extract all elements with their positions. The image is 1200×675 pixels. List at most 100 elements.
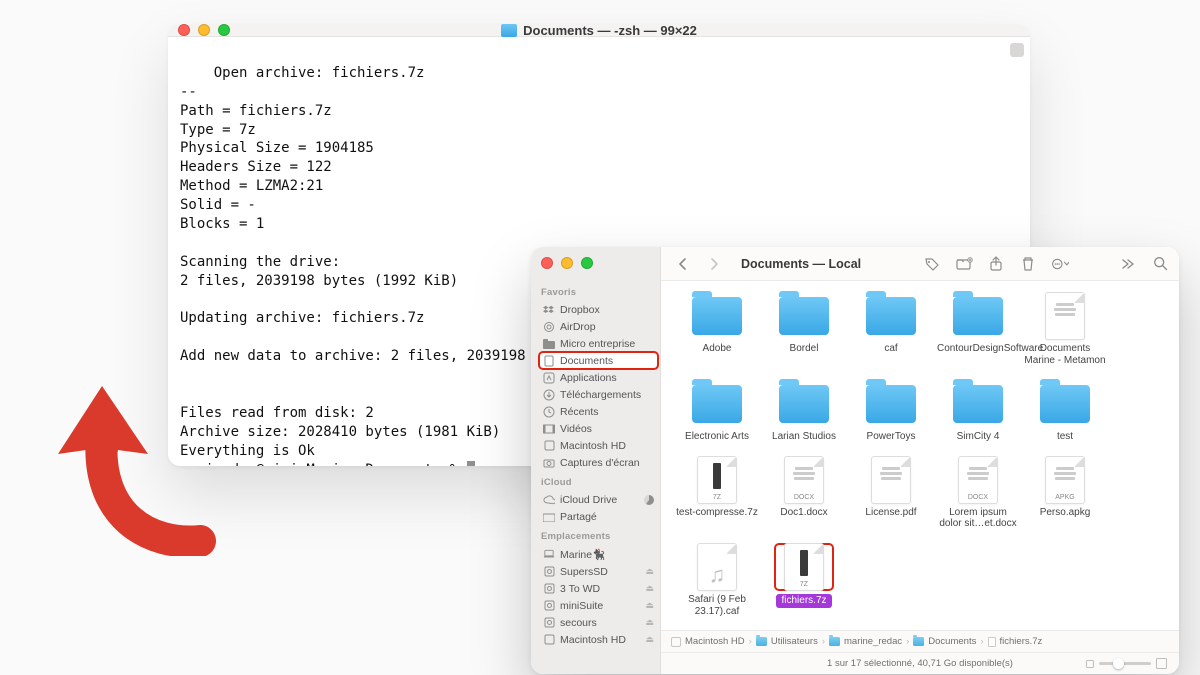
eject-icon[interactable]: ⏏︎ (645, 583, 654, 594)
file-item[interactable]: test (1023, 381, 1107, 447)
path-segment[interactable]: Documents (928, 636, 976, 647)
file-item[interactable]: ♫ Safari (9 Feb 23.17).caf (675, 544, 759, 622)
file-item[interactable]: 7Z fichiers.7z (762, 544, 846, 622)
zoom-button[interactable] (581, 257, 593, 269)
sidebar-item[interactable]: SupersSD ⏏︎ (539, 563, 658, 580)
sidebar-item[interactable]: secours ⏏︎ (539, 614, 658, 631)
file-item[interactable]: DOCX Doc1.docx (762, 457, 846, 535)
sidebar-item[interactable]: Vidéos (539, 420, 658, 437)
sidebar-item[interactable]: Macintosh HD (539, 437, 658, 454)
file-item[interactable]: Bordel (762, 293, 846, 371)
document-icon: DOCX (958, 456, 998, 504)
folder-icon (1040, 385, 1090, 423)
share-icon[interactable] (987, 255, 1005, 273)
file-item[interactable]: caf (849, 293, 933, 371)
ext-icon (543, 600, 555, 612)
sidebar-item-label: SupersSD (560, 566, 608, 578)
sidebar-item[interactable]: Dropbox (539, 301, 658, 318)
minimize-button[interactable] (198, 24, 210, 36)
sidebar-item-label: Micro entreprise (560, 338, 635, 350)
close-button[interactable] (541, 257, 553, 269)
trash-icon[interactable] (1019, 255, 1037, 273)
eject-icon[interactable]: ⏏︎ (645, 617, 654, 628)
path-segment[interactable]: Utilisateurs (771, 636, 818, 647)
sidebar-item[interactable]: Micro entreprise (539, 335, 658, 352)
chevron-right-icon: › (749, 636, 752, 647)
sidebar-item[interactable]: Captures d'écran (539, 454, 658, 471)
eject-icon[interactable]: ⏏︎ (645, 600, 654, 611)
sidebar-item-label: Dropbox (560, 304, 600, 316)
document-icon (1045, 292, 1085, 340)
file-item[interactable]: PowerToys (849, 381, 933, 447)
path-segment[interactable]: fichiers.7z (1000, 636, 1043, 647)
file-item[interactable]: APKG Perso.apkg (1023, 457, 1107, 535)
file-label: fichiers.7z (776, 594, 831, 608)
sidebar-item[interactable]: AirDrop (539, 318, 658, 335)
sidebar-header-icloud: iCloud (541, 477, 656, 488)
back-button[interactable] (673, 255, 691, 273)
terminal-titlebar[interactable]: Documents — -zsh — 99×22 (168, 24, 1030, 37)
close-button[interactable] (178, 24, 190, 36)
icloud-progress-icon (644, 495, 654, 505)
eject-icon[interactable]: ⏏︎ (645, 566, 654, 577)
scrollbar-icon[interactable] (1010, 43, 1024, 57)
file-item[interactable]: 7Z test-compresse.7z (675, 457, 759, 535)
finder-toolbar[interactable]: Documents — Local (661, 247, 1179, 281)
sidebar-item-label: 3 To WD (560, 583, 600, 595)
path-segment[interactable]: marine_redac (844, 636, 902, 647)
file-label: Doc1.docx (780, 507, 827, 519)
file-label: caf (884, 343, 897, 355)
file-item[interactable]: License.pdf (849, 457, 933, 535)
sidebar-item-label: Documents (560, 355, 613, 367)
file-item[interactable]: Electronic Arts (675, 381, 759, 447)
icon-size-slider[interactable] (1086, 658, 1167, 669)
sidebar-item[interactable]: miniSuite ⏏︎ (539, 597, 658, 614)
folder-icon (829, 637, 840, 646)
file-item[interactable]: Adobe (675, 293, 759, 371)
sidebar-item-label: Marine🐈‍⬛ (560, 548, 605, 561)
file-label: Electronic Arts (685, 431, 749, 443)
path-segment[interactable]: Macintosh HD (685, 636, 745, 647)
finder-sidebar[interactable]: Favoris Dropbox AirDrop Micro entreprise… (531, 247, 661, 674)
tags-icon[interactable] (923, 255, 941, 273)
finder-window[interactable]: Favoris Dropbox AirDrop Micro entreprise… (531, 247, 1179, 674)
audio-icon: ♫ (697, 543, 737, 591)
sidebar-item[interactable]: Partagé (539, 508, 658, 525)
overflow-icon[interactable] (1119, 255, 1137, 273)
action-menu-icon[interactable] (1051, 255, 1069, 273)
ext-icon (543, 566, 555, 578)
sidebar-item-label: iCloud Drive (560, 494, 617, 506)
archive-icon: 7Z (697, 456, 737, 504)
eject-icon[interactable]: ⏏︎ (645, 634, 654, 645)
sidebar-item[interactable]: Applications (539, 369, 658, 386)
file-label: SimCity 4 (957, 431, 1000, 443)
finder-pathbar[interactable]: Macintosh HD › Utilisateurs › marine_red… (661, 630, 1179, 652)
minimize-button[interactable] (561, 257, 573, 269)
file-item[interactable]: Documents Marine - Metamon (1023, 293, 1107, 371)
large-icon (1156, 658, 1167, 669)
folder-icon (692, 385, 742, 423)
file-item[interactable]: Larian Studios (762, 381, 846, 447)
new-folder-icon[interactable] (955, 255, 973, 273)
sidebar-item[interactable]: Récents (539, 403, 658, 420)
files-grid[interactable]: Adobe Bordel caf ContourDesignSoftware D… (661, 281, 1179, 630)
file-item[interactable]: SimCity 4 (936, 381, 1020, 447)
file-label: ContourDesignSoftware (937, 343, 1019, 355)
sidebar-item[interactable]: iCloud Drive (539, 491, 658, 508)
file-item[interactable]: DOCX Lorem ipsum dolor sit…et.docx (936, 457, 1020, 535)
file-label: License.pdf (865, 507, 916, 519)
sidebar-item[interactable]: Téléchargements (539, 386, 658, 403)
sidebar-item[interactable]: 3 To WD ⏏︎ (539, 580, 658, 597)
sidebar-item[interactable]: Macintosh HD ⏏︎ (539, 631, 658, 648)
file-label: Adobe (703, 343, 732, 355)
folder-icon (866, 385, 916, 423)
document-icon (871, 456, 911, 504)
sidebar-item-label: Captures d'écran (560, 457, 640, 469)
search-icon[interactable] (1151, 255, 1169, 273)
file-item[interactable]: ContourDesignSoftware (936, 293, 1020, 371)
forward-button[interactable] (705, 255, 723, 273)
sidebar-item[interactable]: Documents (539, 352, 658, 369)
sidebar-item[interactable]: Marine🐈‍⬛ (539, 545, 658, 563)
zoom-button[interactable] (218, 24, 230, 36)
disk-icon (671, 637, 681, 647)
